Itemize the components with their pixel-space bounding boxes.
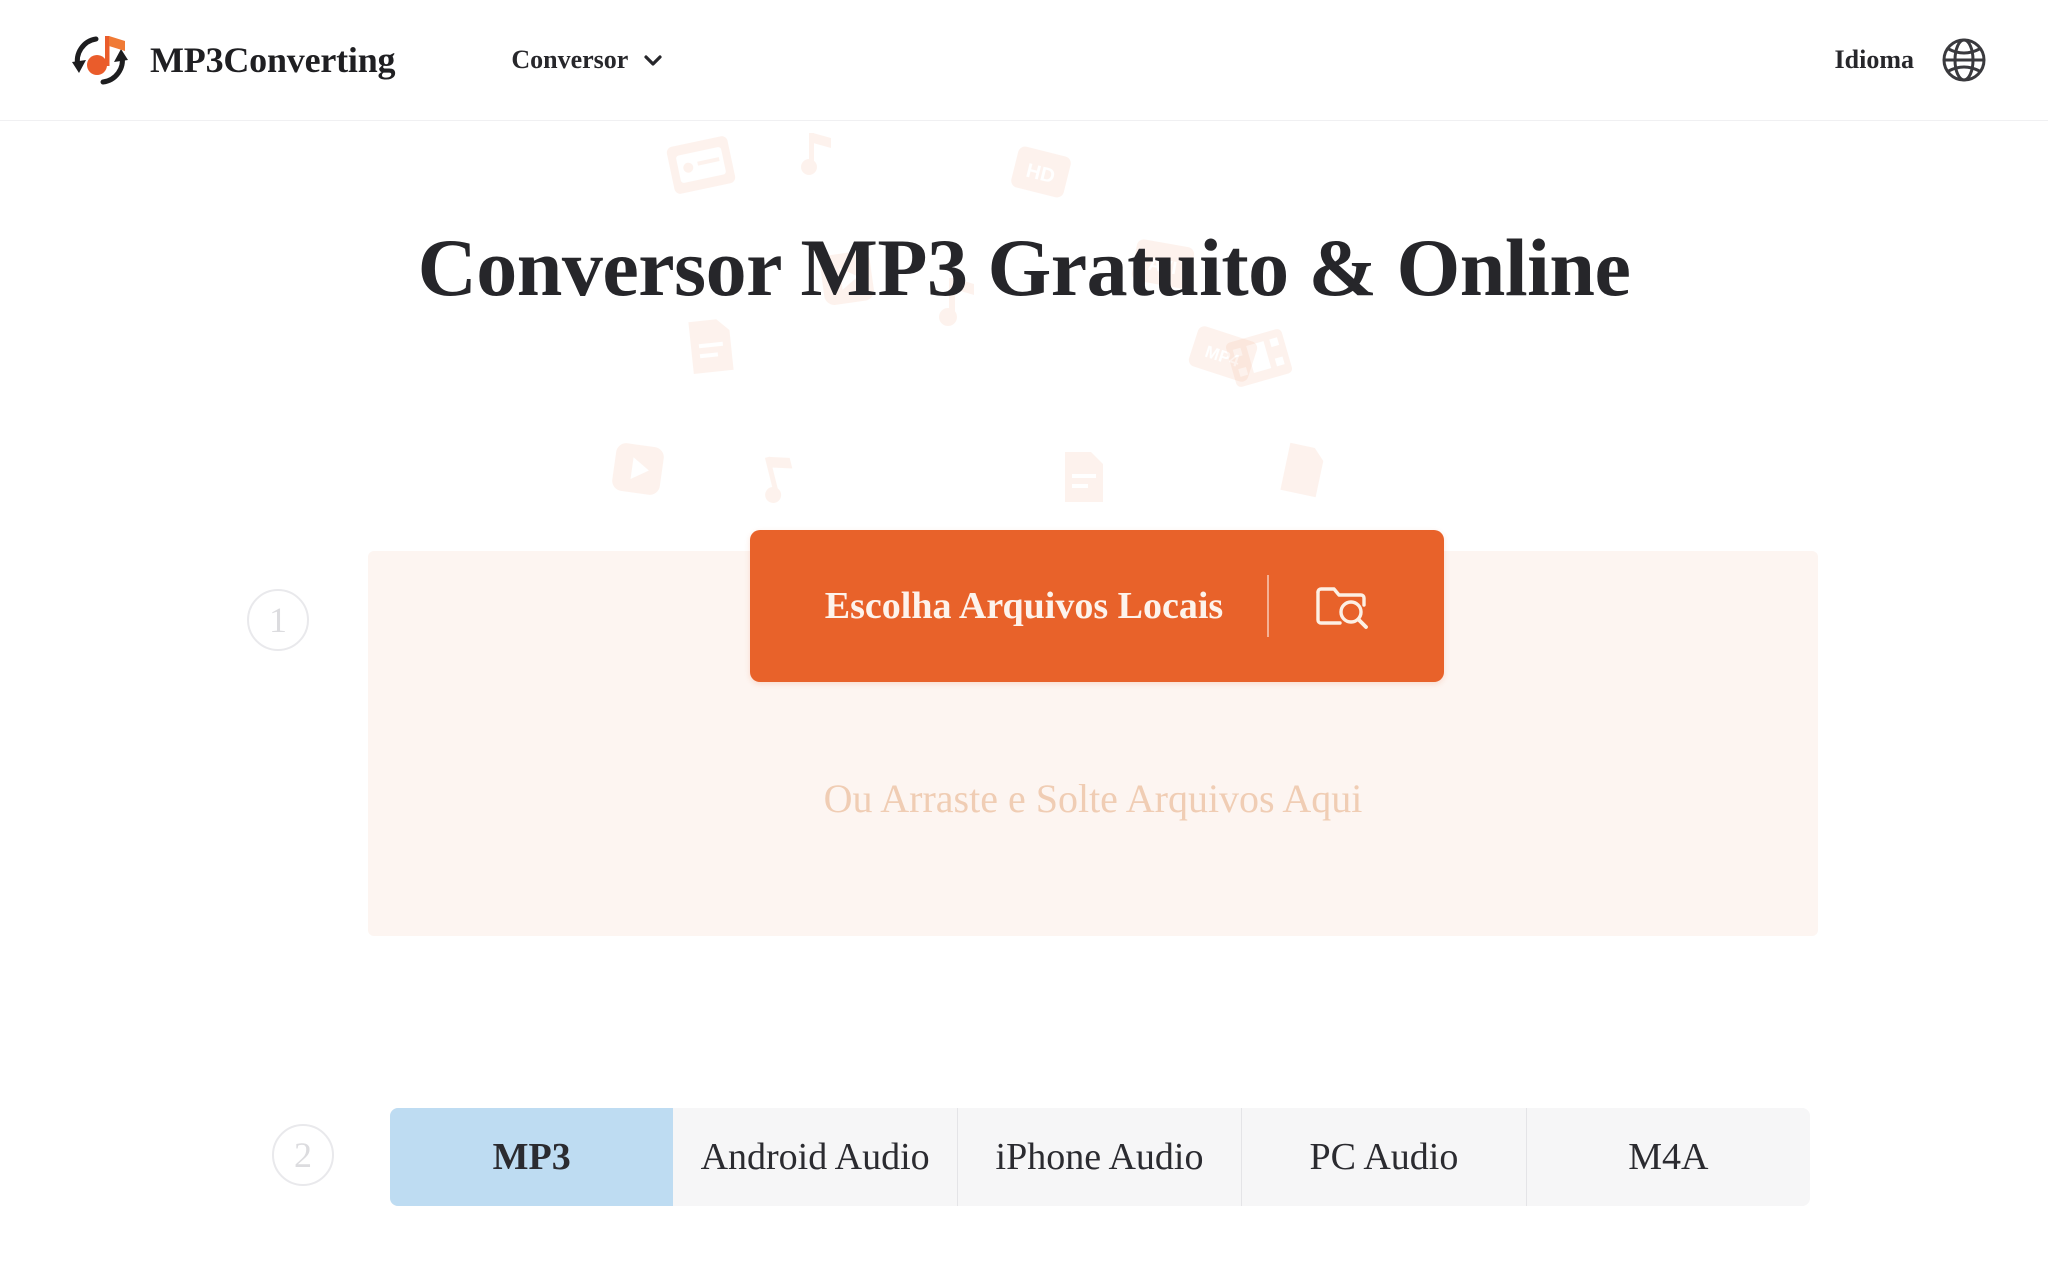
nav-item-conversor-label: Conversor [511,45,629,74]
step-badge-2: 2 [272,1124,334,1186]
folder-search-icon [1313,578,1369,634]
language-label: Idioma [1834,45,1914,74]
drop-files-hint: Ou Arraste e Solte Arquivos Aqui [823,776,1363,821]
watermark-film-strip-icon [1222,325,1295,390]
watermark-hd-badge-icon: HD [1007,143,1074,202]
svg-text:MP4: MP4 [1203,342,1243,371]
svg-text:HD: HD [1024,160,1057,188]
tab-m4a-label: M4A [1628,1136,1709,1178]
button-divider [1267,575,1270,637]
tab-android-audio[interactable]: Android Audio [673,1108,957,1206]
watermark-document-icon [1277,439,1329,501]
watermark-music-note-icon [800,129,834,177]
convert-music-note-logo-icon [66,26,134,94]
brand-name: MP3Converting [150,40,396,80]
watermark-film-icon [663,133,738,198]
tab-iphone-audio-label: iPhone Audio [995,1136,1204,1178]
language-switcher[interactable]: Idioma [1835,36,1988,84]
format-tabbar: MP3 Android Audio iPhone Audio PC Audio … [390,1108,1810,1206]
brand-logo-link[interactable]: MP3Converting [66,26,396,94]
watermark-mp4-badge-icon: MP4 [1185,322,1262,386]
tab-mp3[interactable]: MP3 [390,1108,674,1206]
tab-m4a[interactable]: M4A [1525,1108,1810,1206]
watermark-document-icon [1062,449,1106,505]
nav-item-conversor[interactable]: Conversor [507,37,668,83]
tab-pc-audio[interactable]: PC Audio [1241,1108,1526,1206]
watermark-music-note-icon [754,447,803,507]
choose-local-files-label: Escolha Arquivos Locais [824,585,1224,627]
tab-mp3-label: MP3 [492,1136,571,1178]
site-header: MP3Converting Conversor Idioma [0,0,2048,121]
page-title: Conversor MP3 Gratuito & Online [417,222,1631,313]
chevron-down-icon [642,49,664,71]
tab-android-audio-label: Android Audio [700,1136,930,1178]
tab-pc-audio-label: PC Audio [1309,1136,1459,1178]
watermark-document-icon [685,315,737,377]
tab-iphone-audio[interactable]: iPhone Audio [956,1108,1242,1206]
choose-local-files-button[interactable]: Escolha Arquivos Locais [750,530,1444,682]
page-root: MP3Converting Conversor Idioma HD AVI MP… [0,0,2048,1267]
step-badge-1: 1 [247,589,309,651]
watermark-play-badge-icon [609,440,668,499]
globe-icon [1940,36,1988,84]
